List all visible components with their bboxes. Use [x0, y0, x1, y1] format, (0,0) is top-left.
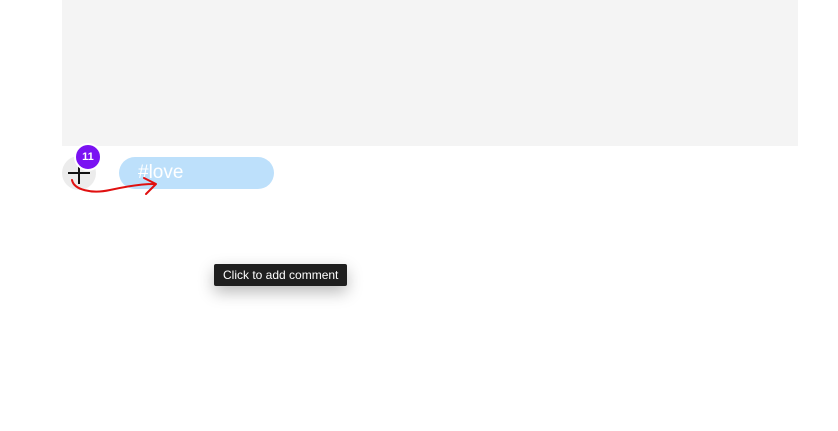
comment-count-badge: 11: [74, 143, 102, 171]
hashtag-chip[interactable]: #love: [119, 157, 274, 189]
add-comment-tooltip: Click to add comment: [214, 264, 348, 286]
image-placeholder: [62, 0, 798, 146]
